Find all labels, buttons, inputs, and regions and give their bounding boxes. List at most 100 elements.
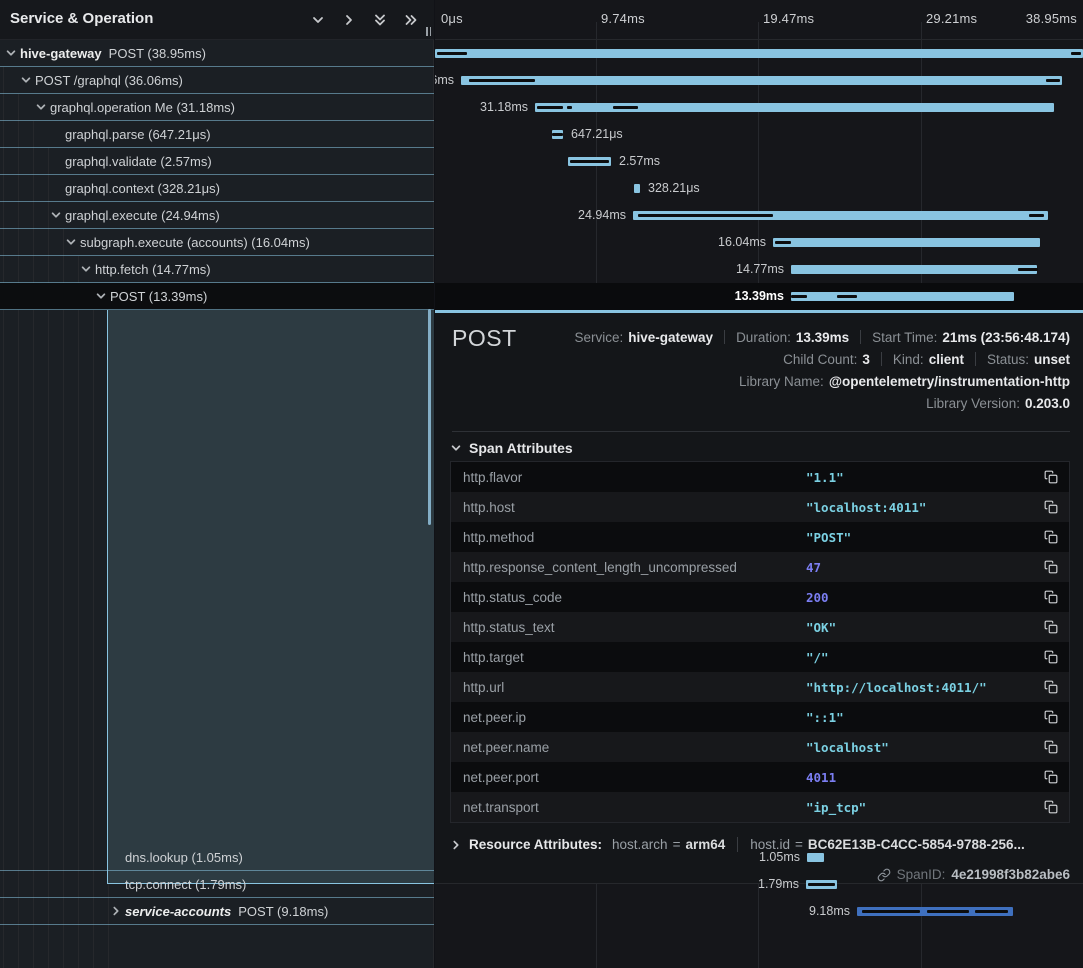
chevron-down-icon[interactable] (65, 236, 77, 248)
chevron-down-icon[interactable] (20, 74, 32, 86)
span-attributes-header[interactable]: Span Attributes (450, 440, 573, 456)
chevron-right-icon[interactable] (110, 905, 122, 917)
chevron-down-icon[interactable] (95, 290, 107, 302)
span-service-name: hive-gateway (20, 46, 102, 61)
chevron-right-icon[interactable] (342, 13, 356, 27)
chevron-down-icon[interactable] (50, 209, 62, 221)
chevrons-down-icon[interactable] (373, 13, 387, 27)
duration-label: Duration: (736, 330, 791, 345)
scrollbar-thumb[interactable] (428, 309, 431, 525)
duration-value: 13.39ms (796, 330, 849, 345)
copy-icon[interactable] (1044, 769, 1060, 785)
meta-separator (724, 330, 725, 344)
timeline-row: 13.39ms (435, 283, 1083, 310)
span-tree-row[interactable]: graphql.context (328.21μs) (0, 175, 434, 202)
copy-icon[interactable] (1044, 469, 1060, 485)
copy-icon[interactable] (1044, 799, 1060, 815)
child-count-value: 3 (862, 352, 870, 367)
copy-icon[interactable] (1044, 679, 1060, 695)
attribute-value: "localhost:4011" (806, 500, 926, 515)
critical-path-mark (1071, 52, 1081, 55)
chevron-down-icon[interactable] (311, 13, 325, 27)
span-duration-label: 36.06ms (435, 73, 454, 87)
span-operation-label: graphql.parse (647.21μs) (65, 127, 211, 142)
panel-title: Service & Operation (10, 10, 153, 27)
span-tree-row[interactable]: POST (13.39ms) (0, 283, 434, 310)
span-tree-row[interactable]: graphql.operation Me (31.18ms) (0, 94, 434, 121)
span-tree-row[interactable]: dns.lookup (1.05ms) (0, 844, 434, 871)
span-tree-row[interactable]: service-accountsPOST (9.18ms) (0, 898, 434, 925)
ruler-tick: 29.21ms (926, 11, 977, 26)
attribute-row: http.status_code200 (451, 582, 1069, 612)
span-bar[interactable] (807, 853, 824, 862)
span-tree-row[interactable]: graphql.execute (24.94ms) (0, 202, 434, 229)
span-duration-label: 9.18ms (809, 904, 850, 918)
copy-icon[interactable] (1044, 619, 1060, 635)
copy-icon[interactable] (1044, 589, 1060, 605)
span-duration-label: 24.94ms (578, 208, 626, 222)
span-bar[interactable] (791, 292, 1014, 301)
span-tree-row[interactable]: graphql.parse (647.21μs) (0, 121, 434, 148)
copy-icon[interactable] (1044, 649, 1060, 665)
span-bar[interactable] (806, 880, 837, 889)
span-operation-label: graphql.operation Me (31.18ms) (50, 100, 235, 115)
critical-path-mark (469, 79, 535, 82)
copy-icon[interactable] (1044, 559, 1060, 575)
span-duration-label: 328.21μs (648, 181, 700, 195)
span-bar[interactable] (773, 238, 1040, 247)
child-count-label: Child Count: (783, 352, 857, 367)
span-attributes-table: http.flavor"1.1"http.host"localhost:4011… (450, 461, 1070, 823)
start-time-label: Start Time: (872, 330, 937, 345)
span-bar[interactable] (461, 76, 1062, 85)
trace-viewer: 0μs 9.74ms 19.47ms 29.21ms 38.95ms 38.95… (0, 0, 1083, 968)
attribute-value: "/" (806, 650, 829, 665)
timeline-row: 9.18ms (435, 898, 1083, 925)
critical-path-mark (1018, 268, 1038, 271)
detail-meta-line: Library Name: @opentelemetry/instrumenta… (574, 370, 1070, 392)
attribute-value: "OK" (806, 620, 836, 635)
span-bar[interactable] (535, 103, 1054, 112)
span-duration-label: 2.57ms (619, 154, 660, 168)
meta-separator (860, 330, 861, 344)
timeline-row: 31.18ms (435, 94, 1083, 121)
timeline-rows-bottom: 1.05ms1.79ms9.18ms (435, 844, 1083, 925)
span-operation-label: graphql.context (328.21μs) (65, 181, 220, 196)
span-operation-label: POST /graphql (36.06ms) (35, 73, 183, 88)
copy-icon[interactable] (1044, 739, 1060, 755)
span-bar[interactable] (857, 907, 1013, 916)
critical-path-mark (638, 214, 773, 217)
panel-resize-grip[interactable] (426, 27, 431, 36)
span-bar[interactable] (633, 211, 1048, 220)
span-detail-panel: POST Service: hive-gateway Duration: 13.… (435, 310, 1083, 884)
span-tree-row[interactable]: graphql.validate (2.57ms) (0, 148, 434, 175)
span-bar[interactable] (791, 265, 1037, 274)
critical-path-mark (927, 910, 969, 913)
critical-path-mark (552, 133, 563, 136)
span-tree-row[interactable]: subgraph.execute (accounts) (16.04ms) (0, 229, 434, 256)
span-bar[interactable] (568, 157, 611, 166)
span-bar[interactable] (552, 130, 563, 139)
copy-icon[interactable] (1044, 499, 1060, 515)
chevrons-right-icon[interactable] (404, 13, 418, 27)
detail-meta-line: Service: hive-gateway Duration: 13.39ms … (574, 326, 1070, 348)
timeline-row: 328.21μs (435, 175, 1083, 202)
span-tree-row[interactable]: http.fetch (14.77ms) (0, 256, 434, 283)
copy-icon[interactable] (1044, 709, 1060, 725)
critical-path-mark (1046, 79, 1060, 82)
chevron-down-icon[interactable] (35, 101, 47, 113)
span-tree-row[interactable]: tcp.connect (1.79ms) (0, 871, 434, 898)
span-bar[interactable] (634, 184, 640, 193)
attribute-key: http.url (451, 680, 806, 695)
attribute-value: "localhost" (806, 740, 889, 755)
span-bar[interactable] (435, 49, 1083, 58)
span-tree-row[interactable]: hive-gatewayPOST (38.95ms) (0, 40, 434, 67)
detail-divider (452, 431, 1070, 432)
copy-icon[interactable] (1044, 529, 1060, 545)
detail-meta-line: Child Count: 3 Kind: client Status: unse… (574, 348, 1070, 370)
attribute-key: net.peer.port (451, 770, 806, 785)
chevron-down-icon[interactable] (5, 47, 17, 59)
chevron-down-icon[interactable] (80, 263, 92, 275)
attribute-key: http.host (451, 500, 806, 515)
span-tree-row[interactable]: POST /graphql (36.06ms) (0, 67, 434, 94)
span-operation-label: graphql.execute (24.94ms) (65, 208, 220, 223)
